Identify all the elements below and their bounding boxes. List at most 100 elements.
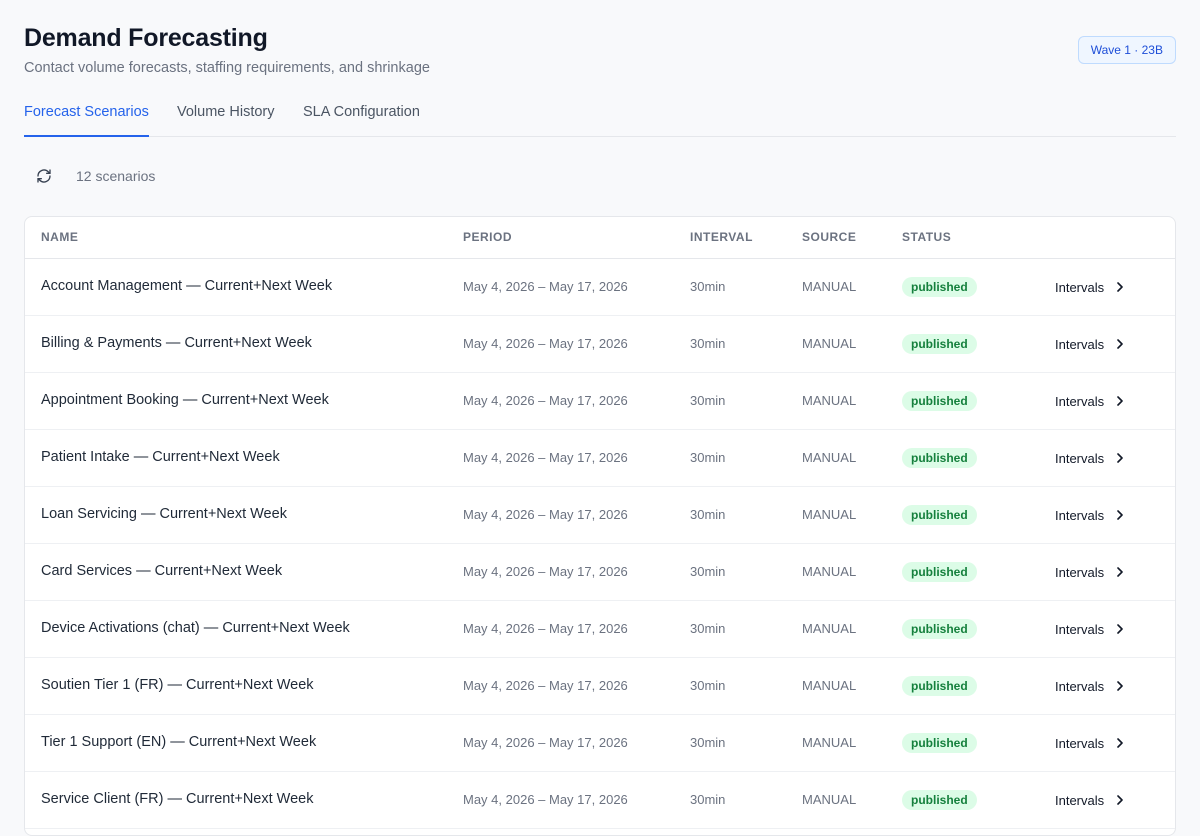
scenarios-table: NAME PERIOD INTERVAL SOURCE STATUS Accou…: [24, 216, 1176, 836]
row-interval: 30min: [690, 279, 726, 294]
chevron-right-icon: [1117, 396, 1123, 406]
row-source: MANUAL: [802, 336, 857, 351]
status-badge: published: [902, 676, 977, 696]
table-row[interactable]: Appointment Booking — Current+Next Week …: [25, 373, 1175, 430]
row-interval: 30min: [690, 450, 726, 465]
table-row[interactable]: Tier 1 Support (EN) — Current+Next Week …: [25, 715, 1175, 772]
row-interval: 30min: [690, 507, 726, 522]
status-badge: published: [902, 790, 977, 810]
intervals-link[interactable]: Intervals: [1055, 390, 1124, 412]
row-name: Service Client (FR) — Current+Next Week: [41, 791, 314, 807]
tab-sla-configuration[interactable]: SLA Configuration: [303, 104, 420, 135]
intervals-link-label: Intervals: [1055, 450, 1105, 466]
row-name: Device Activations (chat) — Current+Next…: [41, 620, 350, 636]
intervals-link-label: Intervals: [1055, 507, 1105, 523]
intervals-link-label: Intervals: [1055, 735, 1105, 751]
row-source: MANUAL: [802, 621, 857, 636]
row-name: Account Management — Current+Next Week: [41, 278, 333, 294]
row-name: Billing & Payments — Current+Next Week: [41, 335, 312, 351]
chevron-right-icon: [1117, 795, 1123, 805]
row-source: MANUAL: [802, 450, 857, 465]
status-badge: published: [902, 505, 977, 525]
wave-badge: Wave 1 · 23B: [1077, 36, 1176, 64]
refresh-icon: [37, 169, 51, 183]
status-badge: published: [902, 391, 977, 411]
table-header: NAME PERIOD INTERVAL SOURCE STATUS: [25, 217, 1175, 259]
row-interval: 30min: [690, 336, 726, 351]
chevron-right-icon: [1117, 339, 1123, 349]
page-title: Demand Forecasting: [24, 24, 268, 52]
intervals-link[interactable]: Intervals: [1055, 675, 1124, 697]
row-period: May 4, 2026 – May 17, 2026: [463, 393, 628, 408]
toolbar: 12 scenarios: [24, 160, 624, 192]
row-name: Appointment Booking — Current+Next Week: [41, 392, 329, 408]
chevron-right-icon: [1117, 567, 1123, 577]
row-period: May 4, 2026 – May 17, 2026: [463, 621, 628, 636]
row-source: MANUAL: [802, 279, 857, 294]
refresh-button[interactable]: [28, 160, 60, 192]
row-interval: 30min: [690, 564, 726, 579]
chevron-right-icon: [1117, 282, 1123, 292]
table-row[interactable]: Patient Intake — Current+Next Week May 4…: [25, 430, 1175, 487]
column-header-source: SOURCE: [802, 230, 857, 244]
intervals-link-label: Intervals: [1055, 564, 1105, 580]
row-source: MANUAL: [802, 792, 857, 807]
table-row[interactable]: Device Activations (chat) — Current+Next…: [25, 601, 1175, 658]
table-row[interactable]: Billing & Payments — Current+Next Week M…: [25, 316, 1175, 373]
row-period: May 4, 2026 – May 17, 2026: [463, 678, 628, 693]
column-header-name: NAME: [41, 230, 79, 244]
row-interval: 30min: [690, 678, 726, 693]
table-row[interactable]: Soutien Tier 1 (FR) — Current+Next Week …: [25, 658, 1175, 715]
row-period: May 4, 2026 – May 17, 2026: [463, 735, 628, 750]
intervals-link[interactable]: Intervals: [1055, 333, 1124, 355]
intervals-link[interactable]: Intervals: [1055, 618, 1124, 640]
intervals-link[interactable]: Intervals: [1055, 504, 1124, 526]
tab-volume-history[interactable]: Volume History: [177, 104, 275, 135]
row-interval: 30min: [690, 393, 726, 408]
column-header-period: PERIOD: [463, 230, 513, 244]
row-source: MANUAL: [802, 678, 857, 693]
intervals-link-label: Intervals: [1055, 336, 1105, 352]
row-interval: 30min: [690, 735, 726, 750]
table-row[interactable]: Account Management — Current+Next Week M…: [25, 259, 1175, 316]
row-name: Card Services — Current+Next Week: [41, 563, 283, 579]
row-name: Tier 1 Support (EN) — Current+Next Week: [41, 734, 317, 750]
intervals-link[interactable]: Intervals: [1055, 561, 1124, 583]
status-badge: published: [902, 448, 977, 468]
chevron-right-icon: [1117, 510, 1123, 520]
intervals-link-label: Intervals: [1055, 621, 1105, 637]
row-source: MANUAL: [802, 393, 857, 408]
chevron-right-icon: [1117, 453, 1123, 463]
intervals-link[interactable]: Intervals: [1055, 447, 1124, 469]
intervals-link-label: Intervals: [1055, 678, 1105, 694]
row-source: MANUAL: [802, 564, 857, 579]
row-source: MANUAL: [802, 735, 857, 750]
row-name: Soutien Tier 1 (FR) — Current+Next Week: [41, 677, 314, 693]
column-header-status: STATUS: [902, 230, 952, 244]
table-row[interactable]: Service Client (FR) — Current+Next Week …: [25, 772, 1175, 829]
intervals-link-label: Intervals: [1055, 279, 1105, 295]
tab-bar: Forecast Scenarios Volume History SLA Co…: [24, 100, 1176, 137]
status-badge: published: [902, 562, 977, 582]
chevron-right-icon: [1117, 738, 1123, 748]
status-badge: published: [902, 334, 977, 354]
intervals-link[interactable]: Intervals: [1055, 276, 1124, 298]
chevron-right-icon: [1117, 681, 1123, 691]
row-name: Patient Intake — Current+Next Week: [41, 449, 280, 465]
status-badge: published: [902, 733, 977, 753]
column-header-interval: INTERVAL: [690, 230, 753, 244]
row-period: May 4, 2026 – May 17, 2026: [463, 450, 628, 465]
row-interval: 30min: [690, 792, 726, 807]
table-row[interactable]: Card Services — Current+Next Week May 4,…: [25, 544, 1175, 601]
scenario-count: 12 scenarios: [76, 168, 156, 184]
table-row[interactable]: Loan Servicing — Current+Next Week May 4…: [25, 487, 1175, 544]
page-subtitle: Contact volume forecasts, staffing requi…: [24, 60, 430, 76]
intervals-link[interactable]: Intervals: [1055, 732, 1124, 754]
table-body: Account Management — Current+Next Week M…: [25, 259, 1175, 829]
tab-forecast-scenarios[interactable]: Forecast Scenarios: [24, 104, 149, 137]
intervals-link[interactable]: Intervals: [1055, 789, 1124, 811]
intervals-link-label: Intervals: [1055, 792, 1105, 808]
row-source: MANUAL: [802, 507, 857, 522]
intervals-link-label: Intervals: [1055, 393, 1105, 409]
page: Demand Forecasting Contact volume foreca…: [24, 0, 1176, 836]
